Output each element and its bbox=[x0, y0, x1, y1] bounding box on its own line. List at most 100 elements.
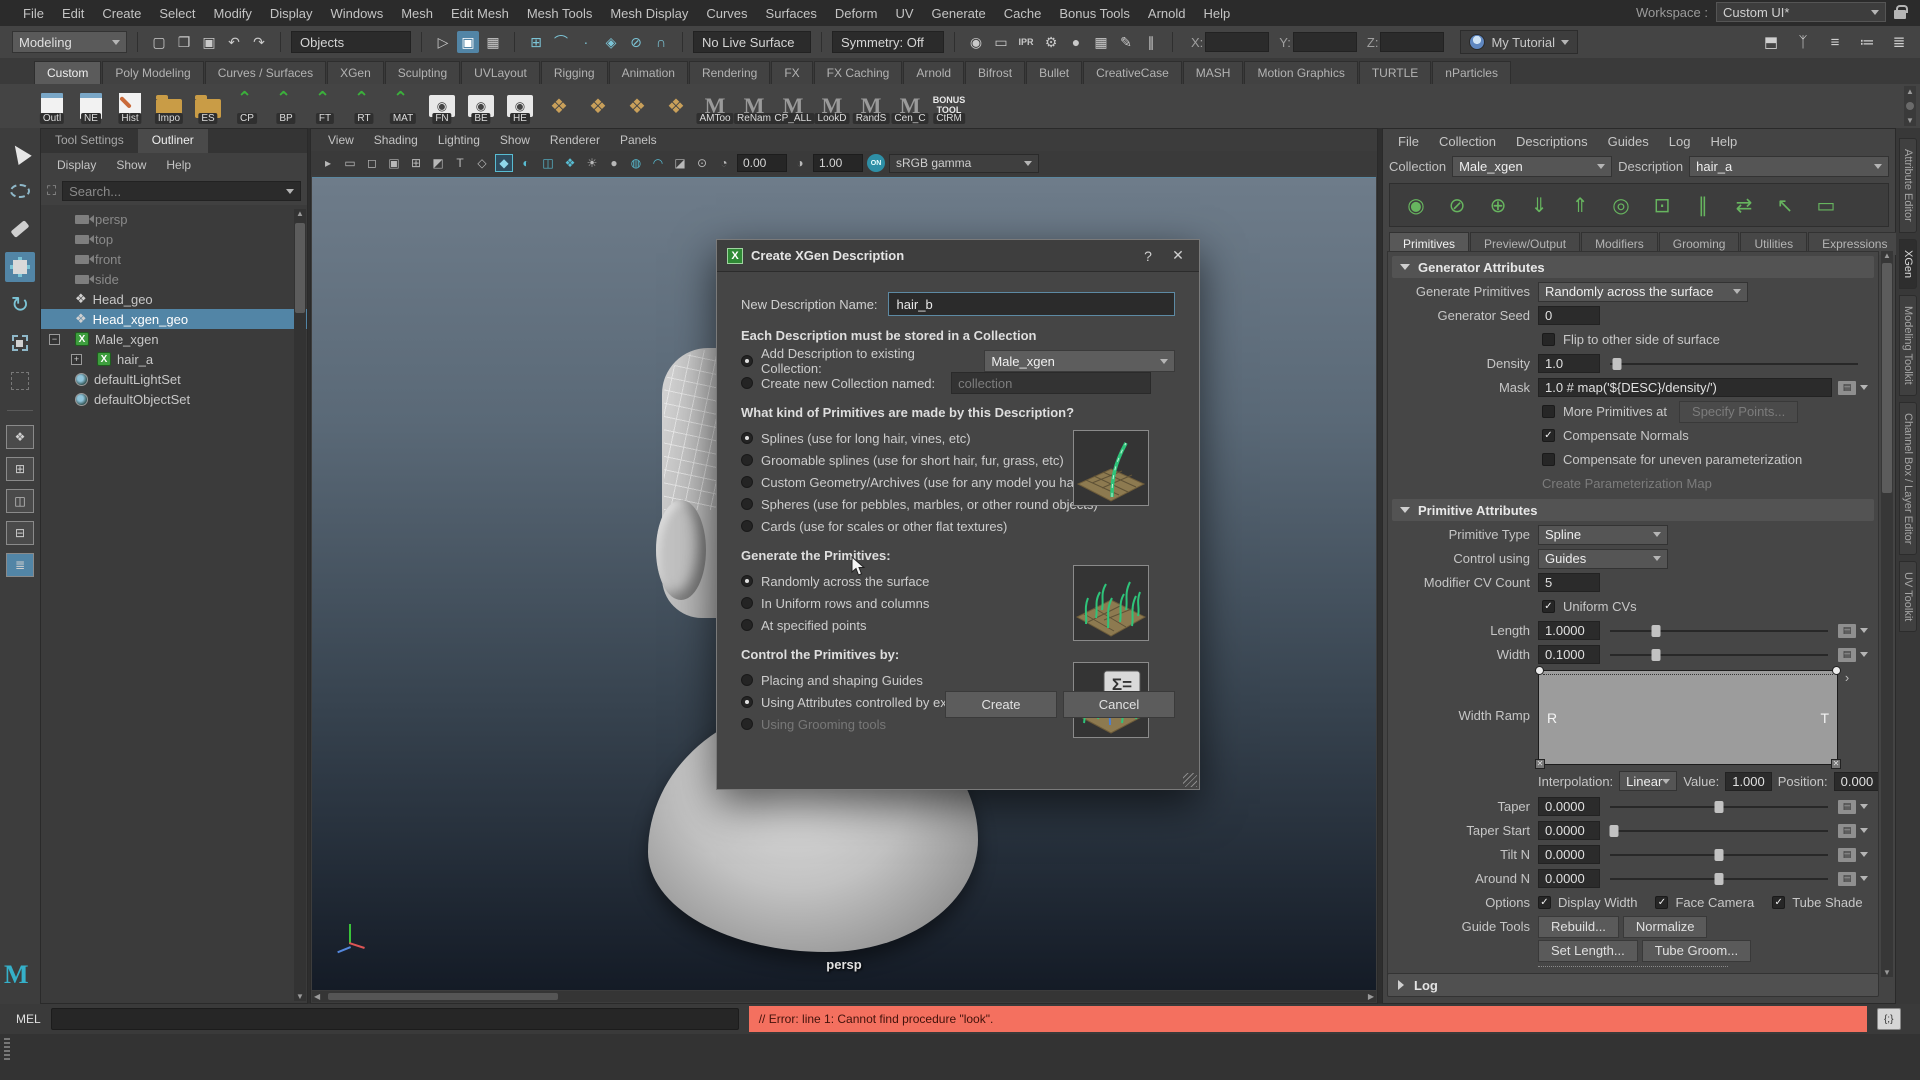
xgen-menu-guides[interactable]: Guides bbox=[1599, 132, 1658, 151]
shelf-item-cp-all[interactable]: MCP_ALL bbox=[775, 87, 811, 125]
ramp-position-field[interactable]: 0.000 bbox=[1834, 772, 1879, 791]
taper-field[interactable]: 0.0000 bbox=[1538, 797, 1600, 816]
dialog-resize-grip[interactable] bbox=[1183, 773, 1197, 787]
shelf-item-bp[interactable]: BP bbox=[268, 87, 304, 125]
film-gate-icon[interactable]: ▭ bbox=[341, 154, 359, 172]
outliner-item-front[interactable]: front bbox=[41, 249, 307, 269]
shelf-tab-custom[interactable]: Custom bbox=[34, 61, 101, 84]
shelf-item-ctrm[interactable]: BONUS TOOLCtRM bbox=[931, 87, 967, 125]
x-coordinate-input[interactable] bbox=[1205, 32, 1269, 52]
filter-icon[interactable]: ⛶ bbox=[47, 183, 56, 199]
menu-windows[interactable]: Windows bbox=[321, 2, 392, 25]
menu-deform[interactable]: Deform bbox=[826, 2, 887, 25]
scroll-up-icon[interactable]: ▲ bbox=[1883, 251, 1891, 260]
flip-checkbox[interactable] bbox=[1542, 333, 1555, 346]
new-scene-icon[interactable]: ▢ bbox=[148, 31, 170, 53]
shelf-tab-mash[interactable]: MASH bbox=[1183, 61, 1244, 84]
textured-icon[interactable]: ❖ bbox=[561, 154, 579, 172]
menu-display[interactable]: Display bbox=[261, 2, 322, 25]
wireframe-icon[interactable]: ◇ bbox=[473, 154, 491, 172]
option-face-camera[interactable]: ✓Face Camera bbox=[1655, 895, 1754, 910]
taper-start-slider[interactable] bbox=[1610, 830, 1828, 832]
radio-icon[interactable] bbox=[741, 619, 753, 631]
shelf-tab-fx[interactable]: FX bbox=[771, 61, 812, 84]
map-icon[interactable]: ▤ bbox=[1838, 648, 1856, 662]
tilt-n-slider[interactable] bbox=[1610, 854, 1828, 856]
layout-single-pane-button[interactable]: ❖ bbox=[6, 425, 34, 449]
outliner-menu-show[interactable]: Show bbox=[108, 156, 154, 174]
ao-icon[interactable]: ◍ bbox=[627, 154, 645, 172]
viewport-menu-show[interactable]: Show bbox=[491, 131, 539, 149]
outliner-menu-display[interactable]: Display bbox=[49, 156, 104, 174]
map-icon[interactable]: ▤ bbox=[1838, 381, 1856, 395]
shelf-tab-motion-graphics[interactable]: Motion Graphics bbox=[1244, 61, 1357, 84]
layout-two-pane-side-button[interactable]: ◫ bbox=[6, 489, 34, 513]
shelf-tab-rigging[interactable]: Rigging bbox=[541, 61, 608, 84]
last-tool-slot[interactable] bbox=[5, 366, 35, 396]
shelf-item-tool-15[interactable]: ❖ bbox=[619, 87, 655, 125]
generate-primitives-dropdown[interactable]: Randomly across the surface bbox=[1538, 282, 1748, 302]
modeling-toolkit-icon[interactable]: ⬒ bbox=[1760, 31, 1782, 53]
mel-label[interactable]: MEL bbox=[16, 1012, 41, 1026]
gamma-field[interactable]: 1.00 bbox=[813, 154, 863, 172]
render-settings-icon[interactable]: ⚙ bbox=[1040, 31, 1062, 53]
map-icon[interactable]: ▤ bbox=[1838, 800, 1856, 814]
outliner-item-head-geo[interactable]: ❖Head_geo bbox=[41, 289, 307, 309]
lasso-tool[interactable] bbox=[5, 176, 35, 206]
select-tool[interactable] bbox=[5, 138, 35, 168]
shelf-item-cen-c[interactable]: MCen_C bbox=[892, 87, 928, 125]
option-display-width[interactable]: ✓Display Width bbox=[1538, 895, 1637, 910]
uniform-cvs-checkbox[interactable]: ✓ bbox=[1542, 600, 1555, 613]
shelf-item-fn[interactable]: ◉FN bbox=[424, 87, 460, 125]
description-dropdown[interactable]: hair_a bbox=[1689, 156, 1889, 177]
menu-file[interactable]: File bbox=[14, 2, 53, 25]
cancel-button[interactable]: Cancel bbox=[1063, 691, 1175, 718]
shelf-item-ft[interactable]: FT bbox=[307, 87, 343, 125]
export-patches-icon[interactable]: ⇓ bbox=[1523, 189, 1555, 221]
radio-icon[interactable] bbox=[741, 432, 753, 444]
create-button[interactable]: Create bbox=[945, 691, 1057, 718]
map-icon[interactable]: ▤ bbox=[1838, 848, 1856, 862]
exposure-field[interactable]: 0.00 bbox=[737, 154, 787, 172]
scroll-thumb[interactable] bbox=[1882, 263, 1892, 493]
shelf-tab-uvlayout[interactable]: UVLayout bbox=[461, 61, 540, 84]
modifier-cv-count-field[interactable]: 5 bbox=[1538, 573, 1600, 592]
workspace-dropdown[interactable]: Custom UI* bbox=[1716, 2, 1886, 22]
shelf-tab-creativecase[interactable]: CreativeCase bbox=[1083, 61, 1182, 84]
viewport-menu-lighting[interactable]: Lighting bbox=[429, 131, 489, 149]
xgen-menu-file[interactable]: File bbox=[1389, 132, 1428, 151]
control-using-dropdown[interactable]: Guides bbox=[1538, 549, 1668, 569]
shelf-tab-arnold[interactable]: Arnold bbox=[903, 61, 964, 84]
ramp-delete-left[interactable]: ✕ bbox=[1535, 759, 1545, 769]
slider-thumb[interactable] bbox=[1610, 825, 1619, 837]
scroll-right-icon[interactable]: ▶ bbox=[1368, 992, 1374, 1001]
expand-toggle[interactable]: + bbox=[71, 354, 82, 365]
pause-viewport-icon[interactable]: ∥ bbox=[1140, 31, 1162, 53]
outliner-item-head-xgen-geo[interactable]: ❖Head_xgen_geo bbox=[41, 309, 307, 329]
length-slider[interactable] bbox=[1610, 630, 1828, 632]
viewport-menu-panels[interactable]: Panels bbox=[611, 131, 666, 149]
shelf-tab-turtle[interactable]: TURTLE bbox=[1359, 61, 1431, 84]
save-scene-icon[interactable]: ▣ bbox=[198, 31, 220, 53]
human-ik-icon[interactable]: ᛉ bbox=[1792, 31, 1814, 53]
make-live-icon[interactable]: ∩ bbox=[650, 31, 672, 53]
select-guides-icon[interactable]: ↖ bbox=[1769, 189, 1801, 221]
interpolation-dropdown[interactable]: Linear bbox=[1619, 771, 1677, 791]
menu-curves[interactable]: Curves bbox=[697, 2, 756, 25]
outliner-item-side[interactable]: side bbox=[41, 269, 307, 289]
radio-icon[interactable] bbox=[741, 377, 753, 389]
rotate-tool[interactable]: ↻ bbox=[5, 290, 35, 320]
scale-tool[interactable] bbox=[5, 328, 35, 358]
tilt-n-field[interactable]: 0.0000 bbox=[1538, 845, 1600, 864]
view-transform-dropdown[interactable]: sRGB gamma bbox=[889, 154, 1039, 173]
generator-seed-field[interactable]: 0 bbox=[1538, 306, 1600, 325]
snap-view-icon[interactable]: ⊘ bbox=[625, 31, 647, 53]
menu-mesh[interactable]: Mesh bbox=[392, 2, 442, 25]
dialog-close-button[interactable]: ✕ bbox=[1167, 245, 1189, 267]
shelf-tab-sculpting[interactable]: Sculpting bbox=[385, 61, 460, 84]
xray-icon[interactable]: ◪ bbox=[671, 154, 689, 172]
map-icon[interactable]: ▤ bbox=[1838, 624, 1856, 638]
chevron-down-icon[interactable] bbox=[1860, 652, 1868, 657]
scroll-up-icon[interactable]: ▲ bbox=[296, 209, 304, 218]
display-layers-icon[interactable]: ≣ bbox=[1888, 31, 1910, 53]
